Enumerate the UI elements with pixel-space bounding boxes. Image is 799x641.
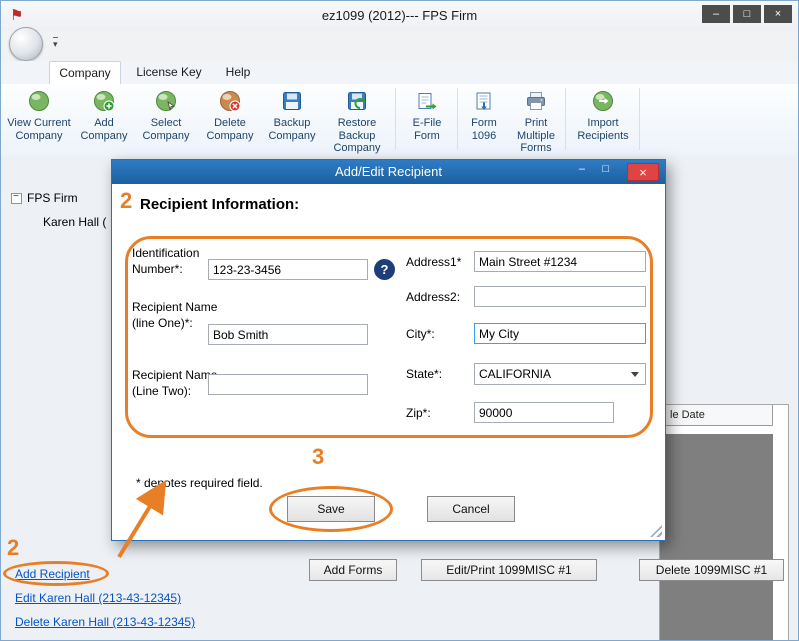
efile-form-icon <box>416 90 438 114</box>
ribbon-group-separator <box>395 88 396 150</box>
form-1096-icon <box>473 90 495 114</box>
dialog-maximize-button[interactable]: □ <box>602 163 609 175</box>
save-button[interactable]: Save <box>287 496 375 522</box>
city-input[interactable] <box>474 323 646 344</box>
print-multiple-forms-button[interactable]: Print Multiple Forms <box>509 86 563 152</box>
window-minimize-button[interactable]: – <box>702 5 730 23</box>
tree-node-karen-hall[interactable]: Karen Hall ( <box>43 215 106 229</box>
ribbon-group-separator <box>639 88 640 150</box>
address2-input[interactable] <box>474 286 646 307</box>
tab-help[interactable]: Help <box>217 61 259 83</box>
add-recipient-link[interactable]: Add Recipient <box>15 567 90 581</box>
state-selected-value: CALIFORNIA <box>479 367 551 381</box>
cancel-button[interactable]: Cancel <box>427 496 515 522</box>
ribbon-group-separator <box>457 88 458 150</box>
ribbon-button-label: Add Company <box>75 117 133 142</box>
chevron-down-icon <box>631 372 639 377</box>
title-bar: ⚑ ez1099 (2012)--- FPS Firm – □ × <box>1 1 798 31</box>
ribbon-button-label: Restore Backup Company <box>323 117 391 155</box>
add-forms-button[interactable]: Add Forms <box>309 559 397 581</box>
resize-grip[interactable] <box>650 525 662 537</box>
ribbon-button-label: Import Recipients <box>571 117 635 142</box>
window-maximize-button[interactable]: □ <box>733 5 761 23</box>
application-orb-button[interactable] <box>9 27 43 61</box>
ribbon-button-label: Backup Company <box>263 117 321 142</box>
backup-company-button[interactable]: Backup Company <box>263 86 321 152</box>
ribbon-button-label: Form 1096 <box>461 117 507 142</box>
recipient-name-one-label: Recipient Name (line One)*: <box>132 300 220 331</box>
recipient-name-two-label: Recipient Name (Line Two): <box>132 368 220 399</box>
address1-input[interactable] <box>474 251 646 272</box>
globe-add-icon <box>93 90 115 114</box>
ribbon-button-label: Print Multiple Forms <box>509 117 563 155</box>
recipient-information-heading: Recipient Information: <box>140 196 299 213</box>
dialog-close-button[interactable]: × <box>627 163 659 181</box>
address1-label: Address1* <box>406 255 461 271</box>
add-company-button[interactable]: Add Company <box>75 86 133 152</box>
ribbon-button-label: View Current Company <box>7 117 71 142</box>
tab-company[interactable]: Company <box>49 61 121 84</box>
import-recipients-button[interactable]: Import Recipients <box>571 86 635 152</box>
recipient-name-two-input[interactable] <box>208 374 368 395</box>
dialog-body: 2 Recipient Information: Identification … <box>112 184 665 540</box>
form-1096-button[interactable]: Form 1096 <box>461 86 507 152</box>
ribbon-tab-row: Company License Key Help <box>1 61 798 85</box>
restore-backup-company-button[interactable]: Restore Backup Company <box>323 86 391 152</box>
delete-recipient-link[interactable]: Delete Karen Hall (213-43-12345) <box>15 615 195 629</box>
printer-icon <box>525 90 547 114</box>
required-field-note: * denotes required field. <box>136 476 263 492</box>
help-icon[interactable]: ? <box>374 259 395 280</box>
ribbon: View Current Company Add Company Select … <box>1 84 798 157</box>
ribbon-button-label: Select Company <box>135 117 197 142</box>
identification-number-label: Identification Number*: <box>132 246 220 277</box>
grid-empty-area <box>660 434 773 641</box>
quick-access-dropdown[interactable]: ▾ <box>53 37 58 50</box>
window-close-button[interactable]: × <box>764 5 792 23</box>
efile-form-button[interactable]: E-File Form <box>401 86 453 152</box>
select-company-button[interactable]: Select Company <box>135 86 197 152</box>
backup-disk-icon <box>281 90 303 114</box>
restore-disk-icon <box>346 90 368 114</box>
state-select[interactable]: CALIFORNIA <box>474 363 646 385</box>
forms-grid-panel: le Date <box>659 404 789 641</box>
ribbon-button-label: E-File Form <box>401 117 453 142</box>
delete-company-button[interactable]: Delete Company <box>199 86 261 152</box>
window-title: ez1099 (2012)--- FPS Firm <box>1 8 798 23</box>
app-window: ⚑ ez1099 (2012)--- FPS Firm – □ × ▾ Comp… <box>0 0 799 641</box>
globe-select-icon <box>155 90 177 114</box>
edit-print-1099misc-button[interactable]: Edit/Print 1099MISC #1 <box>421 559 597 581</box>
tab-license-key[interactable]: License Key <box>129 61 209 83</box>
zip-input[interactable] <box>474 402 614 423</box>
annotation-step2-number: 2 <box>120 188 132 214</box>
grid-column-header-file-date[interactable]: le Date <box>660 405 773 426</box>
tree-node-fps-firm[interactable]: FPS Firm <box>27 191 78 205</box>
zip-label: Zip*: <box>406 406 431 422</box>
import-recipients-icon <box>592 90 614 114</box>
ribbon-group-separator <box>565 88 566 150</box>
dialog-title-bar[interactable]: Add/Edit Recipient – □ × <box>112 160 665 184</box>
delete-1099misc-button[interactable]: Delete 1099MISC #1 <box>639 559 784 581</box>
edit-recipient-link[interactable]: Edit Karen Hall (213-43-12345) <box>15 591 181 605</box>
ribbon-button-label: Delete Company <box>199 117 261 142</box>
identification-number-input[interactable] <box>208 259 368 280</box>
tree-expander-icon[interactable] <box>11 193 22 204</box>
globe-view-icon <box>28 90 50 114</box>
state-label: State*: <box>406 367 442 383</box>
recipient-name-one-input[interactable] <box>208 324 368 345</box>
annotation-step3-number: 3 <box>312 444 324 470</box>
add-edit-recipient-dialog: Add/Edit Recipient – □ × 2 Recipient Inf… <box>111 159 666 541</box>
city-label: City*: <box>406 327 435 343</box>
dialog-minimize-button[interactable]: – <box>579 163 585 175</box>
address2-label: Address2: <box>406 290 460 306</box>
globe-delete-icon <box>219 90 241 114</box>
view-current-company-button[interactable]: View Current Company <box>7 86 71 152</box>
